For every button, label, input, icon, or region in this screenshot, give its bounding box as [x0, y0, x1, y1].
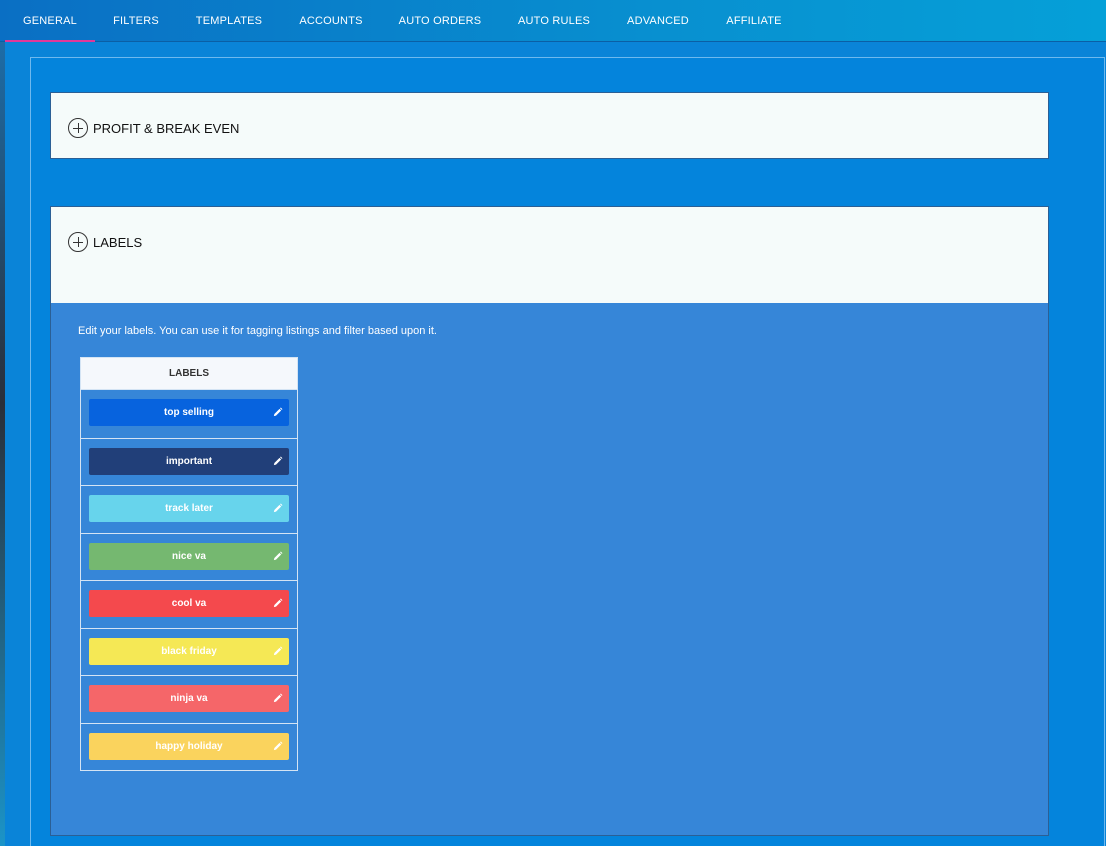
label-row: ninja va — [81, 675, 297, 723]
labels-title: LABELS — [93, 234, 143, 250]
plus-circle-icon — [68, 232, 88, 252]
label-chip[interactable]: black friday — [89, 637, 289, 665]
tab-auto-orders[interactable]: AUTO ORDERS — [386, 0, 494, 42]
profit-break-even-title: PROFIT & BREAK EVEN — [93, 120, 240, 136]
label-name: nice va — [172, 550, 206, 562]
tab-general[interactable]: GENERAL — [5, 0, 95, 42]
label-name: black friday — [161, 645, 217, 657]
tab-accounts[interactable]: ACCOUNTS — [287, 0, 375, 42]
profit-break-even-card: PROFIT & BREAK EVEN — [50, 92, 1049, 159]
labels-card-header: LABELS — [50, 206, 1049, 304]
pencil-icon[interactable] — [272, 598, 283, 609]
label-chip[interactable]: top selling — [89, 399, 289, 426]
label-chip[interactable]: track later — [89, 495, 289, 522]
profit-break-even-toggle[interactable]: PROFIT & BREAK EVEN — [68, 118, 239, 138]
label-chip[interactable]: happy holiday — [89, 732, 289, 760]
pencil-icon[interactable] — [272, 407, 283, 418]
tab-advanced[interactable]: ADVANCED — [614, 0, 702, 42]
label-name: track later — [165, 503, 213, 514]
label-row: cool va — [81, 580, 297, 628]
label-chip[interactable]: cool va — [89, 590, 289, 617]
label-chip[interactable]: ninja va — [89, 685, 289, 712]
label-row: top selling — [81, 390, 297, 438]
pencil-icon[interactable] — [272, 551, 283, 562]
label-row: track later — [81, 485, 297, 533]
labels-toggle[interactable]: LABELS — [68, 232, 142, 252]
pencil-icon[interactable] — [272, 646, 283, 657]
labels-list: top selling important track later nice va co… — [81, 390, 297, 770]
label-chip[interactable]: nice va — [89, 542, 289, 570]
tab-filters[interactable]: FILTERS — [101, 0, 171, 42]
main-content: PROFIT & BREAK EVEN LABELS Edit your lab… — [5, 42, 1106, 846]
pencil-icon[interactable] — [272, 693, 283, 704]
pencil-icon[interactable] — [272, 741, 283, 752]
label-name: cool va — [171, 598, 207, 609]
labels-panel: Edit your labels. You can use it for tag… — [50, 303, 1049, 836]
labels-table-header: LABELS — [81, 358, 297, 390]
label-name: happy holiday — [155, 740, 223, 752]
tab-auto-rules[interactable]: AUTO RULES — [505, 0, 603, 42]
labels-description: Edit your labels. You can use it for tag… — [78, 325, 437, 337]
label-name: top selling — [164, 407, 214, 418]
tab-affiliate[interactable]: AFFILIATE — [713, 0, 795, 42]
label-row: nice va — [81, 532, 297, 581]
label-row: black friday — [81, 627, 297, 676]
labels-table: LABELS top selling important track later ni… — [80, 357, 298, 771]
pencil-icon[interactable] — [272, 503, 283, 514]
plus-circle-icon — [68, 118, 88, 138]
label-row: important — [81, 437, 297, 486]
pencil-icon[interactable] — [272, 456, 283, 467]
label-row: happy holiday — [81, 722, 297, 771]
settings-tab-bar: GENERAL FILTERS TEMPLATES ACCOUNTS AUTO … — [0, 0, 1106, 42]
label-name: important — [165, 455, 213, 467]
label-name: ninja va — [170, 693, 208, 704]
tab-templates[interactable]: TEMPLATES — [182, 0, 276, 42]
label-chip[interactable]: important — [89, 447, 289, 475]
